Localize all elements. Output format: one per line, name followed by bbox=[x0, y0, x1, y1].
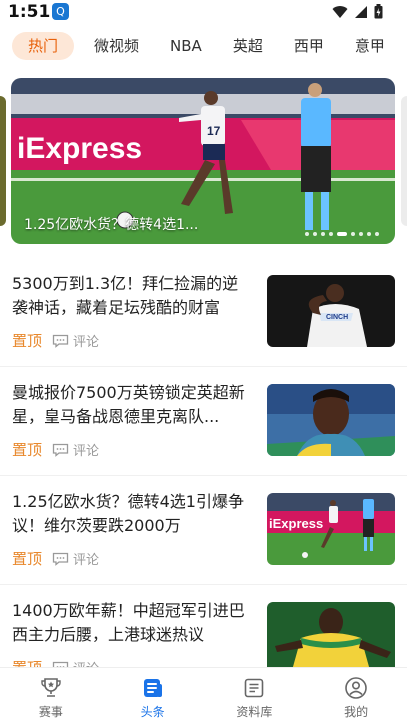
app-notification-icon: Q bbox=[52, 3, 69, 20]
news-title[interactable]: 曼城报价7500万英镑锁定英超新星，皇马备战恩德里克离队... bbox=[12, 381, 254, 429]
nav-item-headlines[interactable]: 头条 bbox=[102, 668, 204, 722]
nav-label: 头条 bbox=[140, 705, 165, 719]
pinned-label: 置顶 bbox=[12, 332, 43, 350]
news-item[interactable]: 5300万到1.3亿！拜仁捡漏的逆袭神话，藏着足坛残酷的财富 置顶 评论 CIN… bbox=[0, 258, 407, 367]
banner-prev-slide[interactable] bbox=[0, 96, 6, 226]
news-thumbnail[interactable]: CINCH bbox=[267, 275, 395, 347]
comment-label[interactable]: 评论 bbox=[73, 331, 99, 350]
status-time: 1:51 bbox=[8, 2, 51, 22]
thumbnail-ad-text: iExpress bbox=[269, 516, 323, 531]
news-thumbnail[interactable]: iExpress bbox=[267, 493, 395, 565]
tab-la-liga[interactable]: 西甲 bbox=[294, 32, 324, 60]
tab-serie-a[interactable]: 意甲 bbox=[355, 32, 385, 60]
news-thumbnail[interactable] bbox=[267, 602, 395, 667]
carousel-dot[interactable] bbox=[375, 232, 379, 236]
thumbnail-image: iExpress bbox=[267, 493, 395, 565]
carousel-dot[interactable] bbox=[351, 232, 355, 236]
banner-slide[interactable]: iExpress 17 1.25亿欧水货？德转4选1... bbox=[11, 78, 395, 244]
pinned-label: 置顶 bbox=[12, 441, 43, 459]
news-meta: 置顶 评论 bbox=[12, 439, 99, 460]
news-title[interactable]: 1.25亿欧水货？德转4选1引爆争议！维尔茨要跌2000万 bbox=[12, 490, 254, 538]
carousel-dot[interactable] bbox=[337, 232, 347, 236]
user-icon bbox=[345, 677, 367, 699]
pinned-label: 置顶 bbox=[12, 550, 43, 568]
bottom-navigation: 赛事 头条 资料库 我的 bbox=[0, 667, 407, 722]
carousel-dot[interactable] bbox=[367, 232, 371, 236]
wifi-icon bbox=[332, 5, 348, 18]
nav-label: 我的 bbox=[344, 705, 369, 719]
banner-next-slide[interactable] bbox=[401, 96, 407, 226]
comment-label[interactable]: 评论 bbox=[73, 440, 99, 459]
tab-hot[interactable]: 热门 bbox=[12, 32, 75, 60]
news-meta: 置顶 评论 bbox=[12, 330, 99, 351]
tab-nba[interactable]: NBA bbox=[170, 32, 202, 60]
tab-micro-video[interactable]: 微视频 bbox=[94, 32, 139, 60]
pinned-label: 置顶 bbox=[12, 657, 42, 667]
carousel-dot[interactable] bbox=[321, 232, 325, 236]
system-icons bbox=[332, 4, 383, 19]
carousel-dot[interactable] bbox=[359, 232, 363, 236]
comment-label[interactable]: 评论 bbox=[73, 549, 99, 568]
news-feed: 5300万到1.3亿！拜仁捡漏的逆袭神话，藏着足坛残酷的财富 置顶 评论 CIN… bbox=[0, 258, 407, 667]
nav-item-events[interactable]: 赛事 bbox=[0, 668, 102, 722]
status-bar: 1:51 Q bbox=[0, 0, 407, 24]
category-tabs: 热门 微视频 NBA 英超 西甲 意甲 bbox=[0, 28, 407, 64]
battery-icon bbox=[374, 4, 383, 19]
thumbnail-sponsor-text: CINCH bbox=[326, 314, 348, 321]
comment-icon[interactable] bbox=[52, 334, 69, 348]
thumbnail-image bbox=[267, 384, 395, 456]
trophy-icon bbox=[41, 678, 61, 697]
carousel-dot[interactable] bbox=[313, 232, 317, 236]
banner-carousel[interactable]: iExpress 17 1.25亿欧水货？德转4选1... bbox=[0, 78, 407, 244]
nav-item-database[interactable]: 资料库 bbox=[204, 668, 306, 722]
comment-icon[interactable] bbox=[52, 443, 69, 457]
news-item[interactable]: 曼城报价7500万英镑锁定英超新星，皇马备战恩德里克离队... 置顶 评论 bbox=[0, 367, 407, 476]
news-meta: 置顶 评论 bbox=[12, 657, 99, 667]
tab-premier-league[interactable]: 英超 bbox=[233, 32, 263, 60]
news-title[interactable]: 1400万欧年薪！中超冠军引进巴西主力后腰，上港球迷热议 bbox=[12, 599, 254, 647]
news-item[interactable]: 1.25亿欧水货？德转4选1引爆争议！维尔茨要跌2000万 置顶 评论 iExp… bbox=[0, 476, 407, 585]
nav-label: 资料库 bbox=[236, 705, 273, 719]
nav-label: 赛事 bbox=[38, 705, 63, 719]
banner-jersey-number: 17 bbox=[207, 124, 221, 138]
comment-icon[interactable] bbox=[52, 552, 69, 566]
banner-caption: 1.25亿欧水货？德转4选1... bbox=[24, 217, 199, 233]
news-meta: 置顶 评论 bbox=[12, 548, 99, 569]
news-title[interactable]: 5300万到1.3亿！拜仁捡漏的逆袭神话，藏着足坛残酷的财富 bbox=[12, 272, 254, 320]
news-icon bbox=[143, 679, 162, 697]
database-icon bbox=[245, 678, 264, 698]
carousel-dot[interactable] bbox=[305, 232, 309, 236]
news-thumbnail[interactable] bbox=[267, 384, 395, 456]
news-item[interactable]: 1400万欧年薪！中超冠军引进巴西主力后腰，上港球迷热议 置顶 评论 bbox=[0, 585, 407, 667]
banner-ad-text: iExpress bbox=[17, 132, 142, 165]
thumbnail-image: CINCH bbox=[267, 275, 395, 347]
nav-item-profile[interactable]: 我的 bbox=[305, 668, 407, 722]
carousel-indicator bbox=[305, 232, 379, 236]
comment-label[interactable]: 评论 bbox=[73, 658, 99, 667]
carousel-dot[interactable] bbox=[329, 232, 333, 236]
signal-icon bbox=[355, 5, 367, 18]
thumbnail-image bbox=[267, 602, 395, 667]
